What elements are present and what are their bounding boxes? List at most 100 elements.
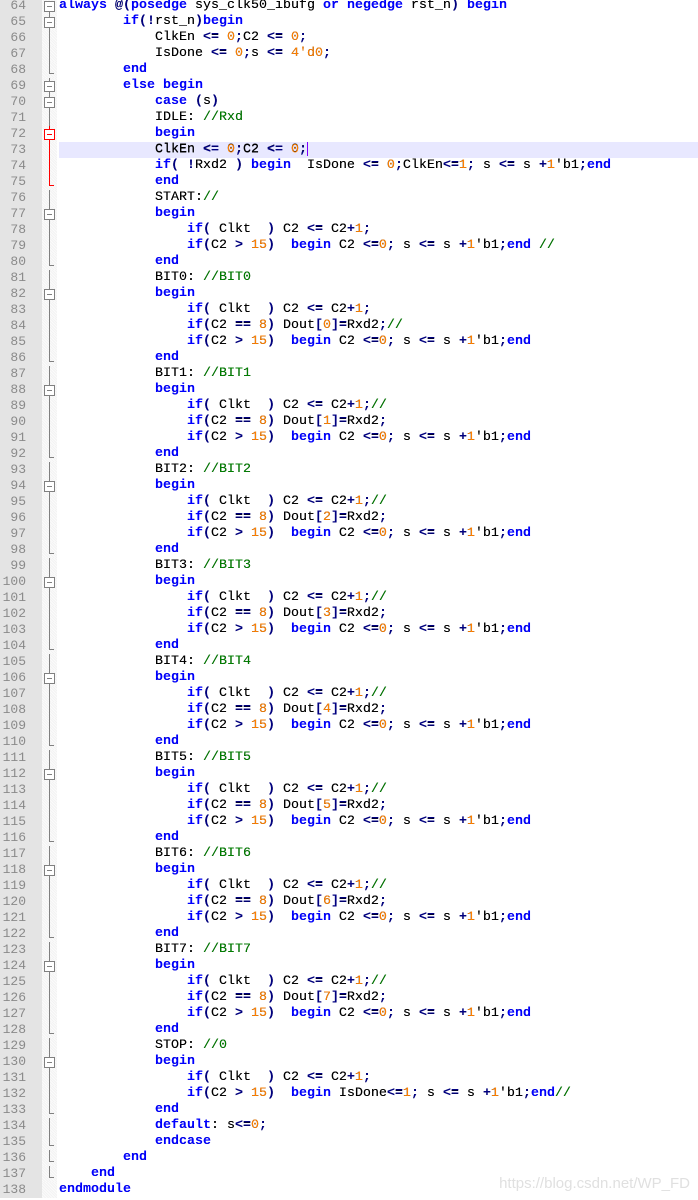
minus-box-icon[interactable] bbox=[44, 209, 55, 220]
code-text[interactable]: BIT4: //BIT4 bbox=[59, 654, 698, 670]
code-text[interactable]: endcase bbox=[59, 1134, 698, 1150]
code-line[interactable]: 74 if( !Rxd2 ) begin IsDone <= 0;ClkEn<=… bbox=[0, 158, 698, 174]
code-line[interactable]: 77 begin begin bbox=[0, 206, 698, 222]
code-line[interactable]: 106 begin begin bbox=[0, 670, 698, 686]
code-line[interactable]: 70 case (s) case (s) bbox=[0, 94, 698, 110]
minus-box-icon[interactable] bbox=[44, 97, 55, 108]
code-text[interactable]: if(C2 == 8) Dout[6]=Rxd2; bbox=[59, 894, 698, 910]
code-line[interactable]: 73 ClkEn <= 0;C2 <= 0; ClkEn <= 0;C2 <= … bbox=[0, 142, 698, 158]
code-line[interactable]: 125 if( Clkt ) C2 <= C2+1;// if( Clkt ) … bbox=[0, 974, 698, 990]
code-line[interactable]: 81 BIT0: //BIT0 BIT0: //BIT0 bbox=[0, 270, 698, 286]
minus-box-icon[interactable] bbox=[44, 673, 55, 684]
code-text[interactable]: if( Clkt ) C2 <= C2+1;// bbox=[59, 974, 698, 990]
minus-box-icon[interactable] bbox=[44, 865, 55, 876]
code-text[interactable]: if( Clkt ) C2 <= C2+1;// bbox=[59, 590, 698, 606]
code-text[interactable]: ClkEn <= 0;C2 <= 0; bbox=[59, 142, 698, 158]
code-text[interactable]: if(C2 == 8) Dout[0]=Rxd2;// bbox=[59, 318, 698, 334]
code-line[interactable]: 119 if( Clkt ) C2 <= C2+1;// if( Clkt ) … bbox=[0, 878, 698, 894]
code-text[interactable]: if(C2 == 8) Dout[1]=Rxd2; bbox=[59, 414, 698, 430]
code-text[interactable]: if(C2 > 15) begin IsDone<=1; s <= s +1'b… bbox=[59, 1086, 698, 1102]
code-line[interactable]: 80 end end bbox=[0, 254, 698, 270]
code-line[interactable]: 95 if( Clkt ) C2 <= C2+1;// if( Clkt ) C… bbox=[0, 494, 698, 510]
code-text[interactable]: if(!rst_n)begin bbox=[59, 14, 698, 30]
code-text[interactable]: begin bbox=[59, 206, 698, 222]
code-line[interactable]: 113 if( Clkt ) C2 <= C2+1;// if( Clkt ) … bbox=[0, 782, 698, 798]
code-text[interactable]: if(C2 > 15) begin C2 <=0; s <= s +1'b1;e… bbox=[59, 526, 698, 542]
fold-collapse-icon[interactable] bbox=[42, 78, 57, 94]
code-text[interactable]: begin bbox=[59, 958, 698, 974]
code-text[interactable]: if( Clkt ) C2 <= C2+1;// bbox=[59, 494, 698, 510]
code-line[interactable]: 111 BIT5: //BIT5 BIT5: //BIT5 bbox=[0, 750, 698, 766]
code-text[interactable]: IDLE: //Rxd bbox=[59, 110, 698, 126]
code-text[interactable]: begin bbox=[59, 862, 698, 878]
code-text[interactable]: if(C2 == 8) Dout[2]=Rxd2; bbox=[59, 510, 698, 526]
fold-collapse-icon[interactable] bbox=[42, 958, 57, 974]
code-text[interactable]: ClkEn <= 0;C2 <= 0; bbox=[59, 30, 698, 46]
code-line[interactable]: 68 end end bbox=[0, 62, 698, 78]
code-line[interactable]: 93 BIT2: //BIT2 BIT2: //BIT2 bbox=[0, 462, 698, 478]
code-text[interactable]: end bbox=[59, 174, 698, 190]
code-line[interactable]: 122 end end bbox=[0, 926, 698, 942]
fold-collapse-icon[interactable] bbox=[42, 478, 57, 494]
code-text[interactable]: BIT6: //BIT6 bbox=[59, 846, 698, 862]
code-text[interactable]: begin bbox=[59, 286, 698, 302]
code-text[interactable]: end bbox=[59, 638, 698, 654]
code-line[interactable]: 123 BIT7: //BIT7 BIT7: //BIT7 bbox=[0, 942, 698, 958]
fold-collapse-icon[interactable] bbox=[42, 1054, 57, 1070]
code-text[interactable]: begin bbox=[59, 126, 698, 142]
fold-collapse-icon[interactable] bbox=[42, 766, 57, 782]
code-text[interactable]: START:// bbox=[59, 190, 698, 206]
code-text[interactable]: if(C2 > 15) begin C2 <=0; s <= s +1'b1;e… bbox=[59, 622, 698, 638]
code-text[interactable]: end bbox=[59, 350, 698, 366]
minus-box-icon[interactable] bbox=[44, 481, 55, 492]
code-line[interactable]: 121 if(C2 > 15) begin C2 <=0; s <= s +1'… bbox=[0, 910, 698, 926]
code-text[interactable]: end bbox=[59, 542, 698, 558]
code-line[interactable]: 84 if(C2 == 8) Dout[0]=Rxd2;// if(C2 == … bbox=[0, 318, 698, 334]
code-text[interactable]: begin bbox=[59, 478, 698, 494]
code-line[interactable]: 107 if( Clkt ) C2 <= C2+1;// if( Clkt ) … bbox=[0, 686, 698, 702]
code-line[interactable]: 99 BIT3: //BIT3 BIT3: //BIT3 bbox=[0, 558, 698, 574]
code-text[interactable]: end bbox=[59, 254, 698, 270]
code-text[interactable]: end bbox=[59, 734, 698, 750]
code-line[interactable]: 78 if( Clkt ) C2 <= C2+1; if( Clkt ) C2 … bbox=[0, 222, 698, 238]
code-text[interactable]: if(C2 == 8) Dout[5]=Rxd2; bbox=[59, 798, 698, 814]
code-line[interactable]: 105 BIT4: //BIT4 BIT4: //BIT4 bbox=[0, 654, 698, 670]
minus-box-icon[interactable] bbox=[44, 385, 55, 396]
code-text[interactable]: end bbox=[59, 1150, 698, 1166]
code-line[interactable]: 108 if(C2 == 8) Dout[4]=Rxd2; if(C2 == 8… bbox=[0, 702, 698, 718]
code-line[interactable]: 98 end end bbox=[0, 542, 698, 558]
code-text[interactable]: if(C2 > 15) begin C2 <=0; s <= s +1'b1;e… bbox=[59, 430, 698, 446]
code-text[interactable]: if(C2 == 8) Dout[3]=Rxd2; bbox=[59, 606, 698, 622]
code-text[interactable]: BIT0: //BIT0 bbox=[59, 270, 698, 286]
code-line[interactable]: 117 BIT6: //BIT6 BIT6: //BIT6 bbox=[0, 846, 698, 862]
fold-collapse-icon[interactable] bbox=[42, 286, 57, 302]
code-line[interactable]: 91 if(C2 > 15) begin C2 <=0; s <= s +1'b… bbox=[0, 430, 698, 446]
code-text[interactable]: end bbox=[59, 446, 698, 462]
minus-box-icon[interactable] bbox=[44, 129, 55, 140]
code-text[interactable]: if(C2 > 15) begin C2 <=0; s <= s +1'b1;e… bbox=[59, 1006, 698, 1022]
code-text[interactable]: BIT7: //BIT7 bbox=[59, 942, 698, 958]
code-text[interactable]: if(C2 == 8) Dout[4]=Rxd2; bbox=[59, 702, 698, 718]
code-line[interactable]: 83 if( Clkt ) C2 <= C2+1; if( Clkt ) C2 … bbox=[0, 302, 698, 318]
code-text[interactable]: end bbox=[59, 1102, 698, 1118]
code-line[interactable]: 135 endcase endcase bbox=[0, 1134, 698, 1150]
code-line[interactable]: 67 IsDone <= 0;s <= 4'd0; IsDone <= 0;s … bbox=[0, 46, 698, 62]
code-text[interactable]: end bbox=[59, 926, 698, 942]
code-text[interactable]: BIT3: //BIT3 bbox=[59, 558, 698, 574]
minus-box-icon[interactable] bbox=[44, 289, 55, 300]
code-text[interactable]: if(C2 > 15) begin C2 <=0; s <= s +1'b1;e… bbox=[59, 238, 698, 254]
code-line[interactable]: 65 if(!rst_n)begin if(!rst_n)begin bbox=[0, 14, 698, 30]
code-text[interactable]: BIT1: //BIT1 bbox=[59, 366, 698, 382]
code-text[interactable]: begin bbox=[59, 670, 698, 686]
code-line[interactable]: 75 end end bbox=[0, 174, 698, 190]
minus-box-icon[interactable] bbox=[44, 577, 55, 588]
fold-collapse-icon[interactable] bbox=[42, 670, 57, 686]
code-line[interactable]: 114 if(C2 == 8) Dout[5]=Rxd2; if(C2 == 8… bbox=[0, 798, 698, 814]
fold-collapse-icon[interactable] bbox=[42, 574, 57, 590]
code-line[interactable]: 97 if(C2 > 15) begin C2 <=0; s <= s +1'b… bbox=[0, 526, 698, 542]
code-line[interactable]: 82 begin begin bbox=[0, 286, 698, 302]
code-text[interactable]: if( Clkt ) C2 <= C2+1;// bbox=[59, 782, 698, 798]
code-text[interactable]: BIT2: //BIT2 bbox=[59, 462, 698, 478]
fold-collapse-icon[interactable] bbox=[42, 14, 57, 30]
minus-box-icon[interactable] bbox=[44, 17, 55, 28]
